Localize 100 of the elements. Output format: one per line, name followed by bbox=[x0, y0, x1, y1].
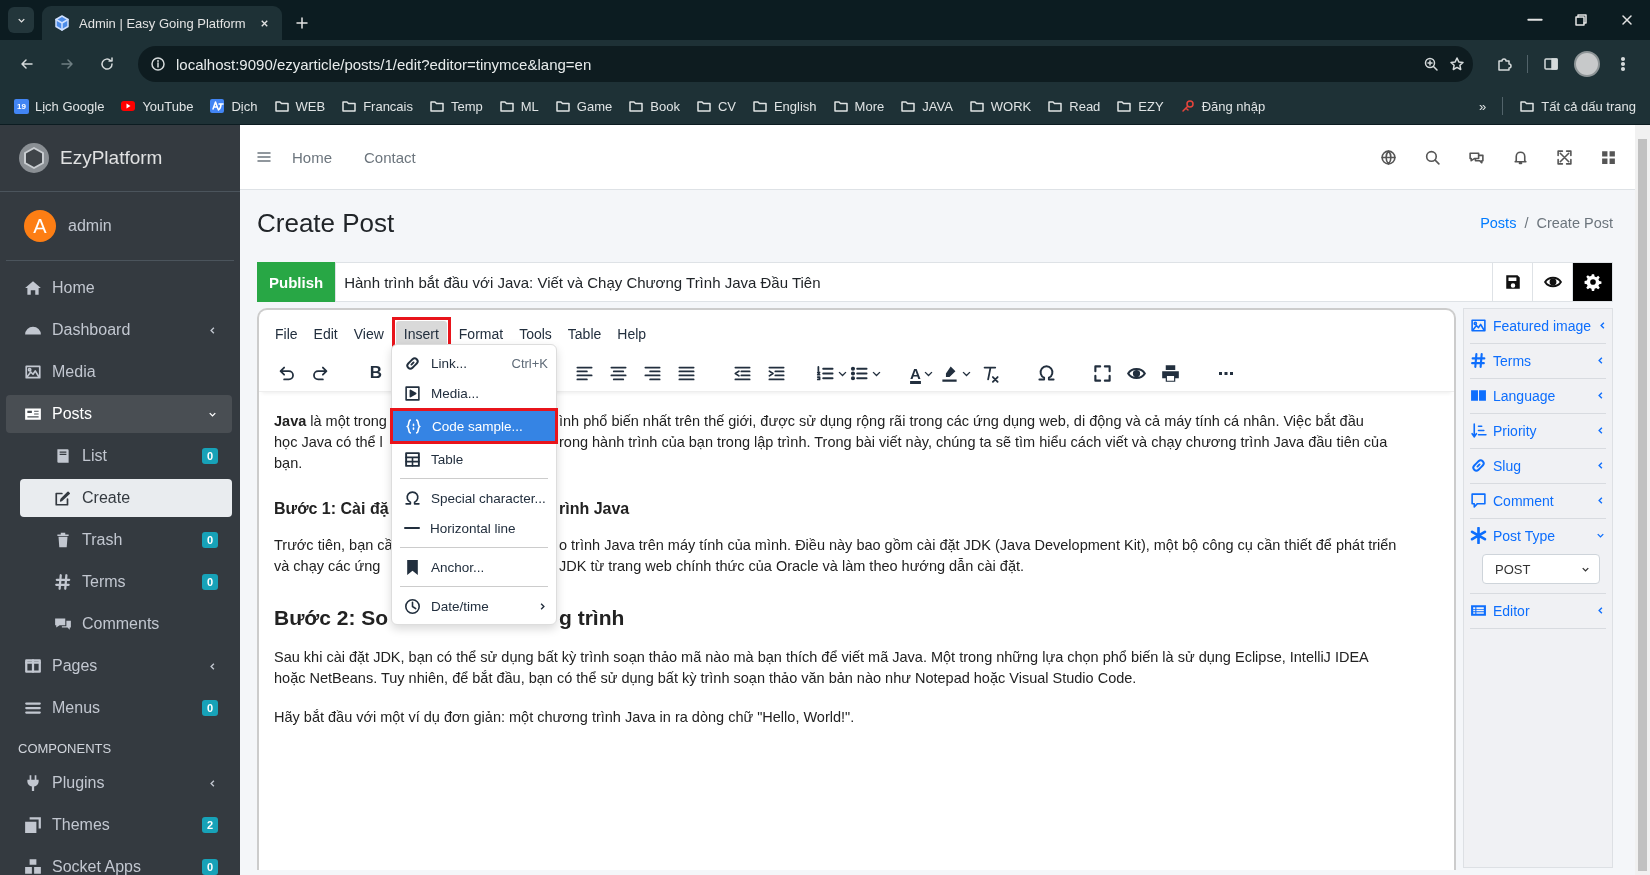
plus-icon bbox=[294, 15, 310, 31]
bookmarks-overflow-button[interactable]: » bbox=[1473, 95, 1493, 117]
settings-button[interactable] bbox=[1573, 262, 1613, 302]
scrollbar[interactable] bbox=[1635, 125, 1650, 875]
panel-section-header[interactable]: Post Type bbox=[1470, 525, 1606, 546]
panel-section-header[interactable]: Slug bbox=[1470, 455, 1606, 476]
bold-button[interactable]: B bbox=[359, 358, 393, 388]
menu-item[interactable]: Anchor... bbox=[392, 552, 556, 582]
bookmark[interactable]: Dịch bbox=[203, 95, 264, 117]
sidebar-item[interactable]: Socket Apps 0 bbox=[6, 848, 232, 875]
panel-section-header[interactable]: Comment bbox=[1470, 490, 1606, 511]
breadcrumb-link[interactable]: Posts bbox=[1480, 215, 1517, 231]
sidebar-item[interactable]: Terms 0 bbox=[20, 563, 232, 601]
menu-bar-item[interactable]: Insert bbox=[395, 321, 447, 347]
count-badge: 0 bbox=[201, 859, 218, 875]
sidebar-item[interactable]: Home bbox=[6, 269, 232, 307]
hash-icon bbox=[1470, 352, 1487, 369]
menu-item[interactable]: Table bbox=[392, 444, 556, 474]
breadcrumb-current: Create Post bbox=[1536, 215, 1613, 231]
sidebar-item[interactable]: Trash 0 bbox=[20, 521, 232, 559]
panel-section-header[interactable]: Priority bbox=[1470, 420, 1606, 441]
breadcrumb-separator: / bbox=[1524, 215, 1529, 231]
text-color-button[interactable]: A bbox=[905, 358, 939, 388]
browser-tab[interactable]: Admin | Easy Going Platform bbox=[42, 6, 282, 40]
menu-toggle-button[interactable] bbox=[256, 149, 272, 165]
text-fragment: g trình bbox=[559, 605, 625, 631]
menu-bar-item[interactable]: File bbox=[267, 321, 306, 347]
menu-item[interactable]: Special character... bbox=[392, 483, 556, 513]
grid-icon bbox=[1599, 148, 1617, 166]
sidebar-item[interactable]: Dashboard bbox=[6, 311, 232, 349]
menu-bar-item[interactable]: Tools bbox=[511, 321, 560, 347]
bookmark[interactable]: Temp bbox=[423, 95, 489, 117]
sidebar-item[interactable]: Create bbox=[20, 479, 232, 517]
clock-icon bbox=[404, 597, 421, 615]
text-fragment: và chạy các ứng bbox=[274, 558, 381, 574]
user-name[interactable]: admin bbox=[68, 217, 112, 235]
sidebar-item[interactable]: Media bbox=[6, 353, 232, 391]
close-icon bbox=[1619, 12, 1635, 28]
menu-bar-item[interactable]: Help bbox=[609, 321, 655, 347]
play-box-icon bbox=[404, 384, 421, 402]
nav-link[interactable]: Home bbox=[276, 148, 348, 166]
text-fragment: Trước tiên, bạn cầ bbox=[274, 537, 393, 553]
preview-button[interactable] bbox=[1533, 262, 1573, 302]
panel-section-header[interactable]: Featured image bbox=[1470, 315, 1606, 336]
bookmark[interactable]: WORK bbox=[962, 95, 1038, 117]
menu-item[interactable]: Code sample... bbox=[393, 411, 555, 441]
book-icon bbox=[54, 447, 72, 465]
trash-icon bbox=[54, 531, 72, 549]
asterisk-icon bbox=[1470, 527, 1487, 544]
sidebar-item[interactable]: Menus 0 bbox=[6, 689, 232, 727]
sidebar-item[interactable]: Themes 2 bbox=[6, 806, 232, 844]
menu-bar-item[interactable]: Format bbox=[450, 321, 512, 347]
panel-section-header[interactable]: Terms bbox=[1470, 350, 1606, 371]
nav-link[interactable]: Contact bbox=[348, 148, 432, 166]
globe-icon bbox=[1379, 148, 1397, 166]
bookmark[interactable]: CV bbox=[689, 95, 742, 117]
bookmark[interactable]: YouTube bbox=[114, 95, 200, 117]
menu-bar-item[interactable]: Table bbox=[559, 321, 610, 347]
menu-item[interactable]: Date/time bbox=[392, 591, 556, 621]
sidebar-item[interactable]: Posts bbox=[6, 395, 232, 433]
folder-icon bbox=[900, 98, 917, 114]
menu-bar-item[interactable]: Edit bbox=[305, 321, 346, 347]
bookmark[interactable]: JAVA bbox=[894, 95, 959, 117]
numbered-list-icon bbox=[816, 363, 835, 383]
save-button[interactable] bbox=[1493, 262, 1533, 302]
bars-icon bbox=[24, 699, 42, 717]
omega-icon bbox=[1036, 363, 1056, 383]
title-field[interactable]: Hành trình bắt đầu với Java: Viết và Chạy Chương Trình Java Đầu Tiên bbox=[335, 262, 1493, 302]
address-bar[interactable]: localhost:9090/ezyarticle/posts/1/edit?editor=tinymce&lang=en bbox=[138, 46, 1473, 82]
sidebar-item[interactable]: Plugins bbox=[6, 764, 232, 802]
sidebar-item[interactable]: Comments bbox=[20, 605, 232, 643]
bookmark[interactable]: 19 Lịch Google bbox=[8, 95, 111, 117]
menu-bar-item[interactable]: View bbox=[345, 321, 392, 347]
menu-item[interactable]: Horizontal line bbox=[392, 513, 556, 543]
profile-avatar[interactable] bbox=[1574, 51, 1600, 77]
new-tab-button[interactable] bbox=[294, 15, 310, 31]
post-type-select[interactable]: POST bbox=[1482, 554, 1600, 584]
sidebar-item[interactable]: Pages bbox=[6, 647, 232, 685]
folder-icon bbox=[341, 98, 358, 114]
bookmark[interactable]: More bbox=[826, 95, 891, 117]
panel-section-header[interactable]: Language bbox=[1470, 385, 1606, 406]
bookmark[interactable]: ML bbox=[492, 95, 545, 117]
bookmark[interactable]: Francais bbox=[335, 95, 419, 117]
panel-section-header[interactable]: Editor bbox=[1470, 600, 1606, 621]
bookmark[interactable]: Game bbox=[548, 95, 619, 117]
bookmark[interactable]: Đăng nhập bbox=[1173, 95, 1272, 117]
bookmark[interactable]: Tất cả dấu trang bbox=[1513, 95, 1642, 117]
brand-name[interactable]: EzyPlatform bbox=[60, 147, 163, 169]
menu-item[interactable]: Media... bbox=[392, 378, 556, 408]
menu-icon bbox=[256, 149, 272, 165]
bookmark[interactable]: English bbox=[745, 95, 823, 117]
bookmark[interactable]: WEB bbox=[267, 95, 332, 117]
bookmark[interactable]: Book bbox=[622, 95, 686, 117]
sidebar-item[interactable]: List 0 bbox=[20, 437, 232, 475]
menu-item[interactable]: Link... Ctrl+K bbox=[392, 348, 556, 378]
plug-icon bbox=[24, 774, 42, 792]
zoom-icon[interactable] bbox=[1423, 56, 1439, 72]
bookmark[interactable]: EZY bbox=[1110, 95, 1170, 117]
star-icon[interactable] bbox=[1449, 56, 1465, 72]
bookmark[interactable]: Read bbox=[1041, 95, 1107, 117]
